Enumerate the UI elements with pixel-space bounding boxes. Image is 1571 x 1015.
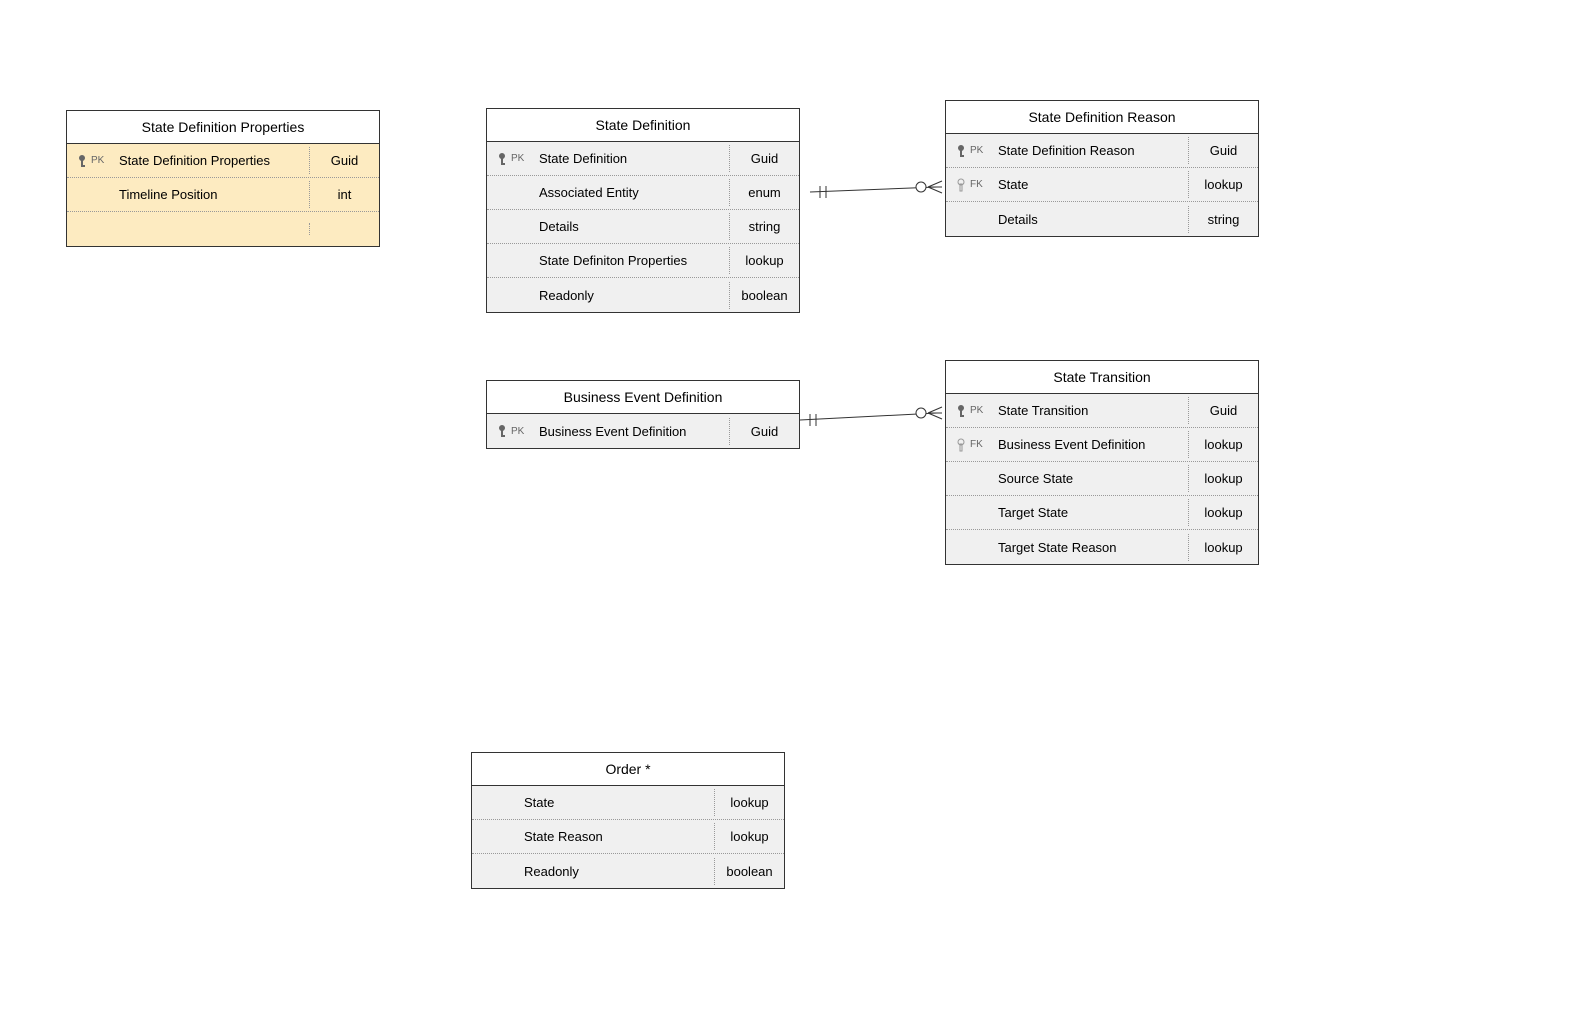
entity-row: Target State lookup	[946, 496, 1258, 530]
entity-order: Order * State lookup State Reason lookup…	[471, 752, 785, 889]
row-type: string	[729, 213, 799, 240]
row-type: lookup	[1188, 431, 1258, 458]
entity-row: PK State Transition Guid	[946, 394, 1258, 428]
row-key-label: PK	[970, 145, 994, 156]
entity-row: Timeline Position int	[67, 178, 379, 212]
entity-state-definition: State Definition PK State Definition Gui…	[486, 108, 800, 313]
row-type: Guid	[309, 147, 379, 174]
row-type: lookup	[1188, 171, 1258, 198]
row-name: State Definition	[535, 145, 729, 172]
row-name: State Transition	[994, 397, 1188, 424]
row-type: enum	[729, 179, 799, 206]
entity-title: Order *	[472, 753, 784, 786]
row-type: lookup	[1188, 465, 1258, 492]
row-key-label: PK	[970, 405, 994, 416]
entity-row: Associated Entity enum	[487, 176, 799, 210]
row-name: State	[994, 171, 1188, 198]
entity-title: State Transition	[946, 361, 1258, 394]
row-type: lookup	[714, 823, 784, 850]
entity-row: FK Business Event Definition lookup	[946, 428, 1258, 462]
key-icon	[487, 152, 511, 166]
entity-row: PK State Definition Guid	[487, 142, 799, 176]
key-icon	[946, 404, 970, 418]
entity-row: Target State Reason lookup	[946, 530, 1258, 564]
entity-row: State lookup	[472, 786, 784, 820]
row-type: Guid	[1188, 137, 1258, 164]
row-name: Business Event Definition	[994, 431, 1188, 458]
entity-row: PK Business Event Definition Guid	[487, 414, 799, 448]
entity-title: State Definition Reason	[946, 101, 1258, 134]
entity-title: State Definition	[487, 109, 799, 142]
row-type: Guid	[729, 145, 799, 172]
row-type: lookup	[1188, 534, 1258, 561]
row-type: int	[309, 181, 379, 208]
row-key-label: PK	[511, 426, 535, 437]
row-key-label: PK	[91, 155, 115, 166]
row-key-label: FK	[970, 439, 994, 450]
entity-business-event-definition: Business Event Definition PK Business Ev…	[486, 380, 800, 449]
row-name: Target State Reason	[994, 534, 1188, 561]
entity-row: Details string	[946, 202, 1258, 236]
row-name: Details	[535, 213, 729, 240]
entity-row: FK State lookup	[946, 168, 1258, 202]
entity-row: State Reason lookup	[472, 820, 784, 854]
row-name: State	[520, 789, 714, 816]
entity-row: Readonly boolean	[487, 278, 799, 312]
row-type: Guid	[1188, 397, 1258, 424]
row-name: State Reason	[520, 823, 714, 850]
entity-row: Readonly boolean	[472, 854, 784, 888]
row-name: Timeline Position	[115, 181, 309, 208]
row-type: string	[1188, 206, 1258, 233]
entity-state-transition: State Transition PK State Transition Gui…	[945, 360, 1259, 565]
entity-row: Details string	[487, 210, 799, 244]
entity-row-spacer	[67, 212, 379, 246]
row-type: boolean	[729, 282, 799, 309]
entity-state-definition-properties: State Definition Properties PK State Def…	[66, 110, 380, 247]
row-type: Guid	[729, 418, 799, 445]
row-name: State Definition Properties	[115, 147, 309, 174]
entity-title: Business Event Definition	[487, 381, 799, 414]
entity-row: State Definiton Properties lookup	[487, 244, 799, 278]
key-icon	[946, 178, 970, 192]
row-type: lookup	[729, 247, 799, 274]
key-icon	[487, 424, 511, 438]
key-icon	[946, 144, 970, 158]
row-name: Readonly	[535, 282, 729, 309]
row-name: Source State	[994, 465, 1188, 492]
row-type: lookup	[1188, 499, 1258, 526]
entity-state-definition-reason: State Definition Reason PK State Definit…	[945, 100, 1259, 237]
row-type: boolean	[714, 858, 784, 885]
row-name: Associated Entity	[535, 179, 729, 206]
row-name: State Definition Reason	[994, 137, 1188, 164]
entity-row: Source State lookup	[946, 462, 1258, 496]
row-key-label: PK	[511, 153, 535, 164]
row-name: Readonly	[520, 858, 714, 885]
row-type: lookup	[714, 789, 784, 816]
row-key-label: FK	[970, 179, 994, 190]
row-name: Target State	[994, 499, 1188, 526]
entity-row: PK State Definition Reason Guid	[946, 134, 1258, 168]
entity-title: State Definition Properties	[67, 111, 379, 144]
entity-row: PK State Definition Properties Guid	[67, 144, 379, 178]
row-name: Business Event Definition	[535, 418, 729, 445]
row-name: Details	[994, 206, 1188, 233]
key-icon	[67, 154, 91, 168]
key-icon	[946, 438, 970, 452]
row-name: State Definiton Properties	[535, 247, 729, 274]
